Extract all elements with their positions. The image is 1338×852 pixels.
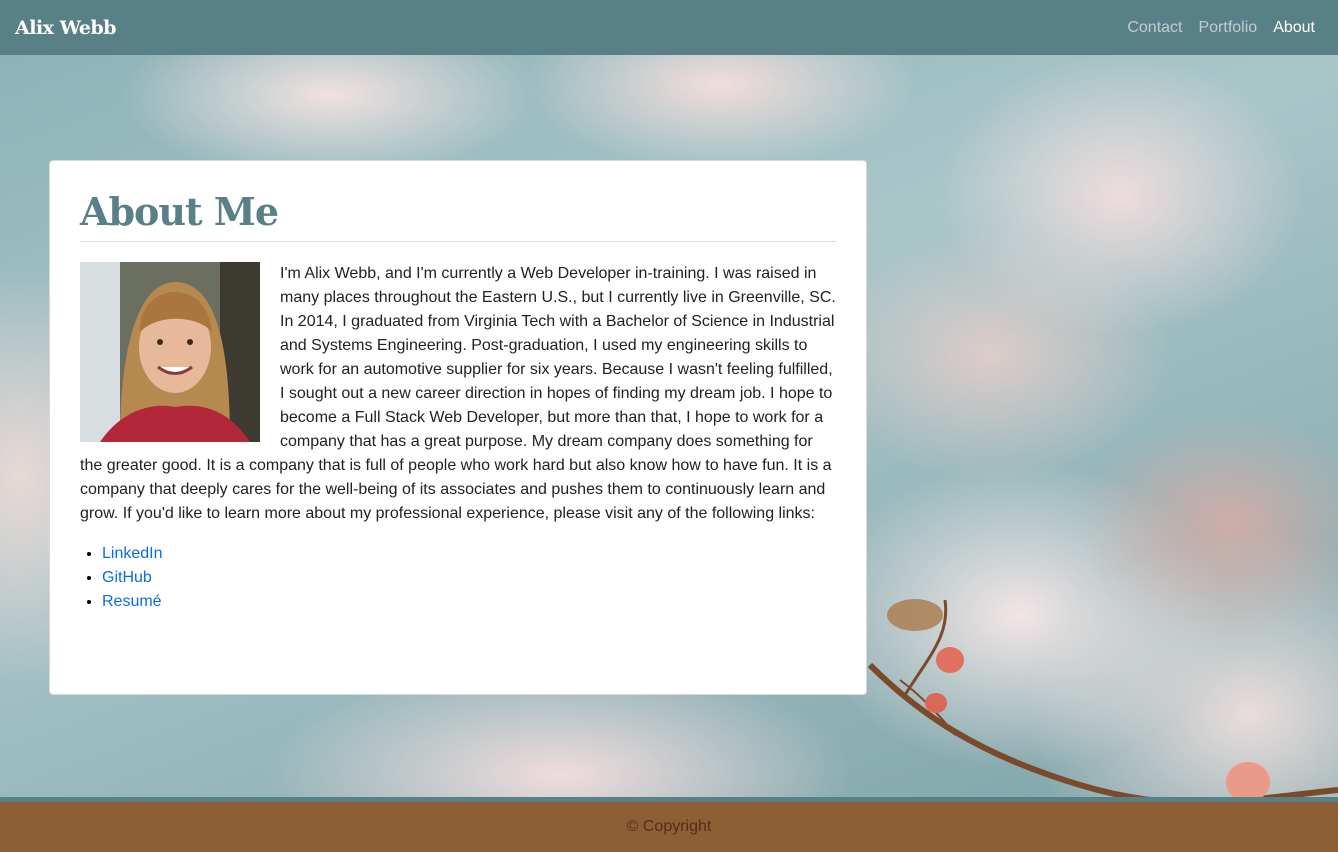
page-title: About Me [80,189,836,242]
about-card: About Me I'm Alix Webb, and I'm currentl… [49,160,867,695]
nav-link-portfolio[interactable]: Portfolio [1198,19,1257,37]
nav-link-contact[interactable]: Contact [1127,19,1182,37]
linkedin-link[interactable]: LinkedIn [102,545,163,562]
github-link[interactable]: GitHub [102,569,152,586]
profile-photo [80,261,260,442]
brand-link[interactable]: Alix Webb [15,17,117,39]
nav-link-about[interactable]: About [1273,19,1315,37]
list-item: GitHub [102,566,836,590]
main-nav: Contact Portfolio About [1127,19,1315,37]
list-item: LinkedIn [102,542,836,566]
copyright-text: © Copyright [626,818,712,835]
footer: © Copyright [0,797,1338,852]
navbar: Alix Webb Contact Portfolio About [0,0,1338,55]
list-item: Resumé [102,590,836,614]
profile-links: LinkedIn GitHub Resumé [102,542,836,614]
resume-link[interactable]: Resumé [102,593,162,610]
